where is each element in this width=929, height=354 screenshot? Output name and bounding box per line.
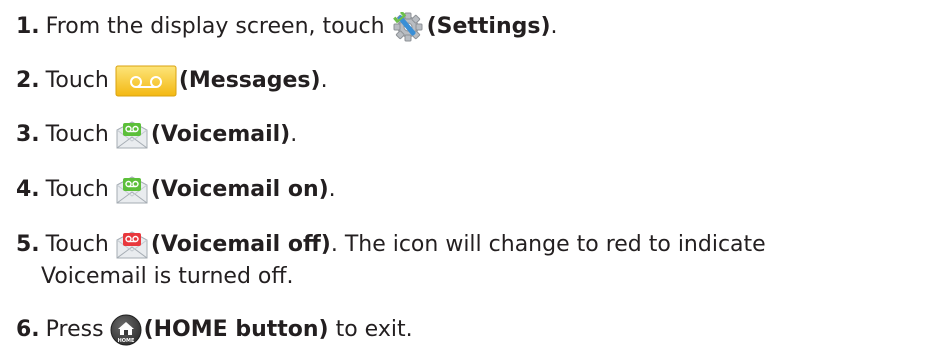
- step-label: (Voicemail off): [150, 232, 331, 257]
- step-suffix: .: [290, 122, 298, 147]
- step-text: Touch: [45, 122, 109, 147]
- home-button-icon: HOME: [110, 314, 142, 346]
- step-number: 4.: [16, 177, 40, 202]
- step-suffix: .: [550, 14, 558, 39]
- step-text: Touch: [45, 68, 109, 93]
- step-number: 2.: [16, 68, 40, 93]
- step-6: 6. Press HOME (HOME button) to exit.: [16, 314, 413, 346]
- step-label: (Voicemail): [150, 122, 291, 147]
- step-label: (Messages): [178, 68, 321, 93]
- step-1: 1. From the display screen, touch (Setti…: [16, 10, 558, 42]
- messages-icon: [115, 65, 177, 97]
- step-suffix: .: [320, 68, 328, 93]
- step-suffix: . The icon will change to red to indicat…: [330, 232, 766, 257]
- voicemail-on-icon: [115, 175, 149, 205]
- step-suffix: to exit.: [328, 317, 413, 342]
- step-text: Press: [45, 317, 104, 342]
- home-icon-text: HOME: [117, 338, 134, 344]
- step-suffix: .: [328, 177, 336, 202]
- step-label: (HOME button): [143, 317, 329, 342]
- step-text: Touch: [45, 232, 109, 257]
- step-number: 3.: [16, 122, 40, 147]
- step-text: From the display screen, touch: [45, 14, 385, 39]
- settings-icon: [391, 10, 425, 42]
- step-number: 5.: [16, 232, 40, 257]
- step-number: 1.: [16, 14, 40, 39]
- step-3: 3. Touch (Voicemail) .: [16, 121, 297, 149]
- step-label: (Settings): [426, 14, 551, 39]
- voicemail-icon: [115, 120, 149, 150]
- voicemail-off-icon: [115, 230, 149, 260]
- step-2: 2. Touch (Messages) .: [16, 65, 328, 97]
- step-continuation: Voicemail is turned off.: [41, 264, 294, 289]
- step-text: Touch: [45, 177, 109, 202]
- step-number: 6.: [16, 317, 40, 342]
- step-label: (Voicemail on): [150, 177, 329, 202]
- step-5: 5. Touch (Voicemail off) . The icon will…: [16, 231, 766, 291]
- step-4: 4. Touch (Voicemail on) .: [16, 176, 336, 204]
